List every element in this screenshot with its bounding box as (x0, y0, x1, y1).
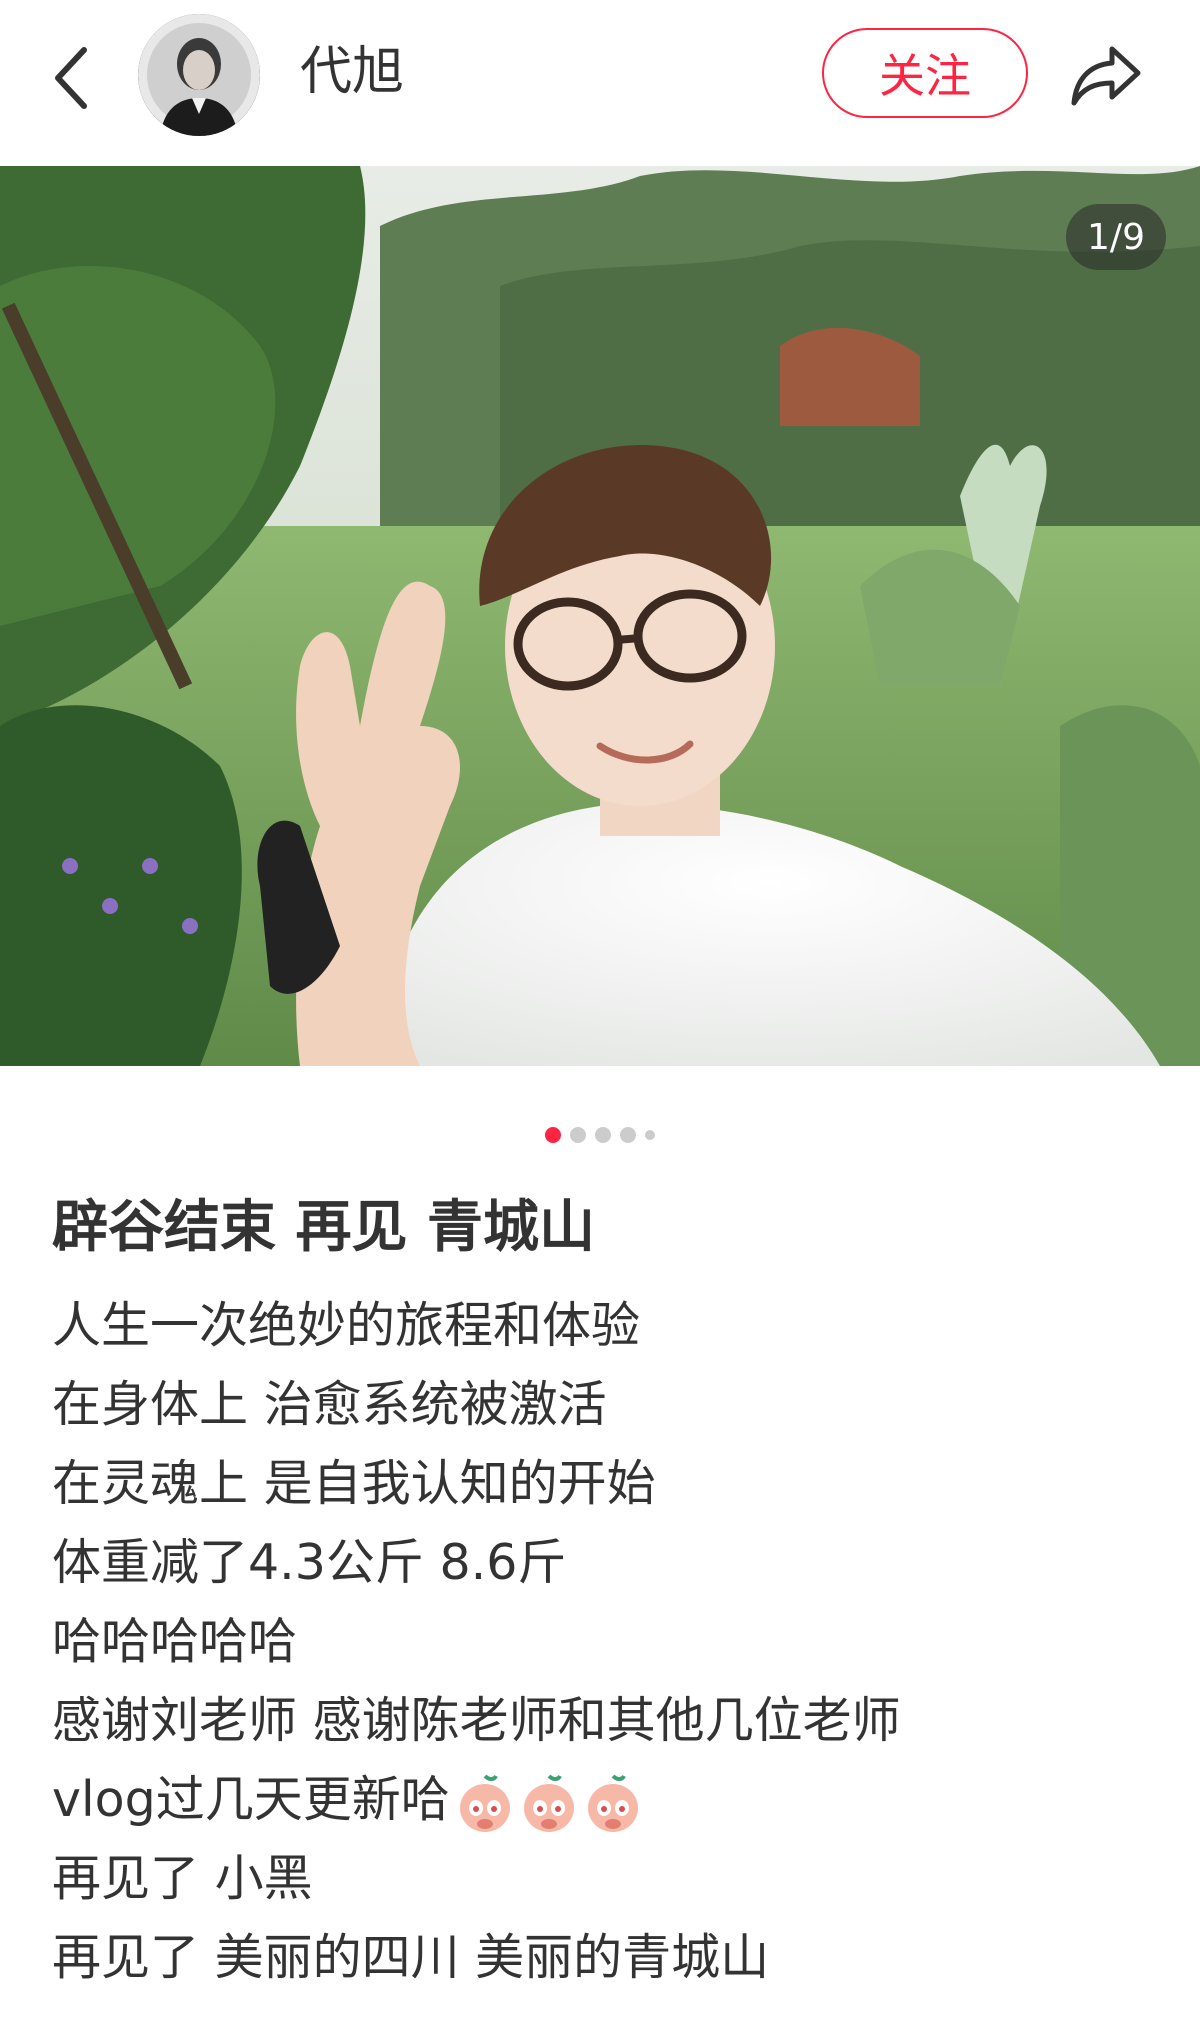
avatar-portrait-icon (138, 14, 260, 136)
post-line: 体重减了4.3公斤 8.6斤 (52, 1534, 567, 1591)
back-button[interactable] (38, 36, 102, 120)
post-line: 再见了 美丽的四川 美丽的青城山 (52, 1929, 770, 1986)
carousel-dot[interactable] (645, 1130, 655, 1140)
post-line: 在身体上 治愈系统被激活 (52, 1376, 607, 1433)
top-bar: 代旭 关注 (0, 0, 1200, 166)
post-line: 感谢刘老师 感谢陈老师和其他几位老师 (52, 1692, 901, 1749)
post-body: 人生一次绝妙的旅程和体验 在身体上 治愈系统被激活 在灵魂上 是自我认知的开始 … (52, 1286, 1162, 1997)
share-arrow-icon (1071, 46, 1141, 106)
carousel-dot[interactable] (620, 1127, 636, 1143)
carousel-dot[interactable] (570, 1127, 586, 1143)
post-line: 哈哈哈哈哈 (52, 1613, 298, 1670)
carousel-dot-active[interactable] (545, 1127, 561, 1143)
username[interactable]: 代旭 (300, 36, 404, 108)
post-line: 人生一次绝妙的旅程和体验 (52, 1297, 641, 1354)
photo-image (0, 166, 1200, 1066)
post-title: 辟谷结束 再见 青城山 (52, 1195, 595, 1260)
share-button[interactable] (1064, 34, 1148, 118)
carousel-dot[interactable] (595, 1127, 611, 1143)
post-photo[interactable] (0, 166, 1200, 1066)
post-line-text: vlog过几天更新哈 (52, 1771, 450, 1828)
peach-emoji-icon (587, 1773, 638, 1832)
post-line-with-emoji: vlog过几天更新哈 (52, 1760, 1162, 1839)
post-line: 在灵魂上 是自我认知的开始 (52, 1455, 656, 1512)
follow-button[interactable]: 关注 (822, 28, 1028, 118)
peach-emoji-icon (459, 1773, 510, 1832)
carousel-indicator (0, 1124, 1200, 1146)
image-counter: 1/9 (1066, 204, 1166, 270)
peach-emoji-icon (523, 1773, 574, 1832)
post-line: 再见了 小黑 (52, 1850, 313, 1907)
avatar[interactable] (138, 14, 260, 136)
chevron-left-icon (55, 47, 87, 109)
